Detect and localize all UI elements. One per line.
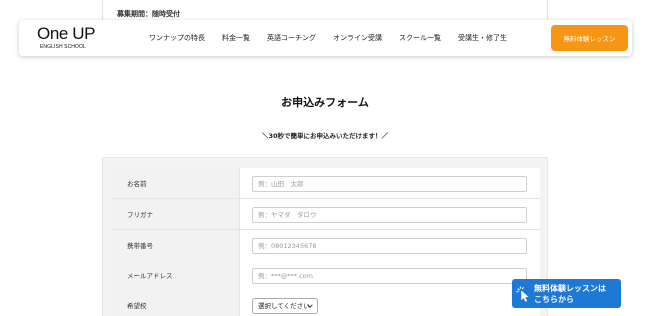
form-row-school: 希望校 選択してください <box>112 290 540 316</box>
nav-item-features[interactable]: ワンナップの特長 <box>149 33 205 43</box>
phone-input[interactable]: 例：08012345678 <box>252 238 527 254</box>
nav-item-online[interactable]: オンライン受講 <box>333 33 382 43</box>
nav-item-schools[interactable]: スクール一覧 <box>399 33 441 43</box>
chevron-down-icon <box>307 304 313 308</box>
form-row-email: メールアドレス 例：***@***.com <box>112 260 540 291</box>
pointer-click-icon <box>516 286 529 302</box>
field-label-furigana: フリガナ <box>112 199 240 229</box>
furigana-input[interactable]: 例：ヤマダ タロウ <box>252 207 527 223</box>
school-select[interactable]: 選択してください <box>252 298 318 314</box>
email-input[interactable]: 例：***@***.com <box>252 268 527 284</box>
field-label-name: お名前 <box>112 168 240 198</box>
form-row-phone: 携帯番号 例：08012345678 <box>112 230 540 261</box>
form-title: お申込みフォーム <box>281 96 369 109</box>
logo-sub-text: ENGLISH SCHOOL <box>40 44 86 50</box>
field-cell-furigana: 例：ヤマダ タロウ <box>240 199 540 229</box>
logo[interactable]: One UP ENGLISH SCHOOL <box>37 24 97 52</box>
logo-main-text: One UP <box>37 24 96 43</box>
site-header: One UP ENGLISH SCHOOL ワンナップの特長 料金一覧 英語コー… <box>19 20 632 56</box>
application-form: お名前 例：山田 太郎 フリガナ 例：ヤマダ タロウ 携帯番号 例：080123… <box>102 157 548 316</box>
main-nav: ワンナップの特長 料金一覧 英語コーチング オンライン受講 スクール一覧 受講生… <box>149 20 524 56</box>
field-label-phone: 携帯番号 <box>112 230 240 260</box>
field-cell-name: 例：山田 太郎 <box>240 168 540 198</box>
form-subtitle: ＼30秒で簡単にお申込みいただけます！／ <box>261 132 389 140</box>
field-label-email: メールアドレス <box>112 260 240 290</box>
form-row-furigana: フリガナ 例：ヤマダ タロウ <box>112 199 540 230</box>
free-trial-button[interactable]: 無料体験レッスン <box>551 25 628 51</box>
field-label-school: 希望校 <box>112 290 240 316</box>
nav-item-coaching[interactable]: 英語コーチング <box>267 33 316 43</box>
field-cell-email: 例：***@***.com <box>240 260 540 290</box>
school-select-value: 選択してください <box>258 302 310 310</box>
floating-badge-text: 無料体験レッスンは こちらから <box>534 283 606 305</box>
nav-item-pricing[interactable]: 料金一覧 <box>222 33 250 43</box>
floating-badge-line1: 無料体験レッスンは <box>534 284 606 293</box>
field-cell-school: 選択してください <box>240 290 540 316</box>
floating-badge-line2: こちらから <box>534 295 574 304</box>
nav-item-students[interactable]: 受講生・修了生 <box>458 33 507 43</box>
page: 募集期間：随時受付 One UP ENGLISH SCHOOL ワンナップの特長… <box>0 0 650 316</box>
previous-section-text: 募集期間：随時受付 <box>117 10 180 18</box>
name-input[interactable]: 例：山田 太郎 <box>252 176 527 192</box>
form-row-name: お名前 例：山田 太郎 <box>112 168 540 199</box>
field-cell-phone: 例：08012345678 <box>240 230 540 260</box>
floating-trial-badge[interactable]: 無料体験レッスンは こちらから <box>512 279 621 308</box>
